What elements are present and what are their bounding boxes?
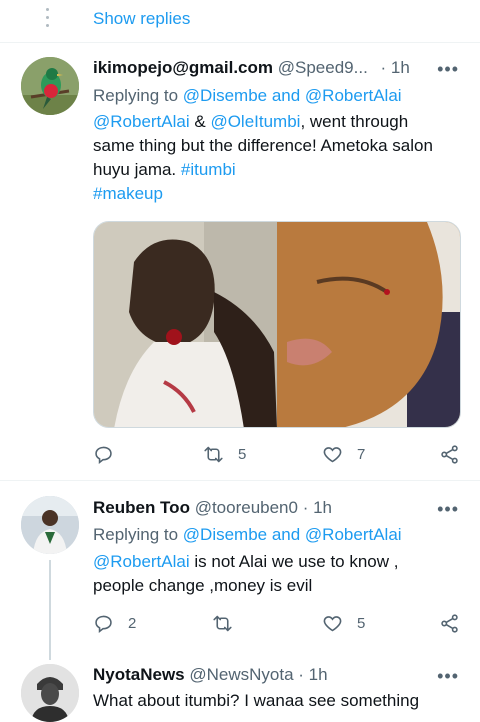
retweet-count: 5 (238, 446, 247, 463)
like-button[interactable]: 5 (322, 613, 365, 634)
display-name[interactable]: NyotaNews (93, 665, 185, 684)
retweet-icon (213, 615, 232, 632)
avatar[interactable] (21, 664, 79, 722)
mention-link[interactable]: @RobertAlai (93, 112, 190, 131)
hashtag-link[interactable]: #itumbi (181, 160, 236, 179)
hashtag-link[interactable]: #makeup (93, 184, 163, 203)
handle[interactable]: @Speed9... (278, 58, 368, 77)
share-button[interactable] (439, 613, 460, 634)
like-count: 7 (357, 446, 366, 463)
more-options-icon[interactable]: ••• (437, 60, 459, 78)
like-button[interactable]: 7 (322, 444, 365, 465)
tweet-header: ikimopejo@gmail.com @Speed9... · 1h (93, 57, 410, 79)
injured-man-photo-icon (94, 222, 277, 427)
mention-link[interactable]: @RobertAlai (93, 552, 190, 571)
tweet-header: Reuben Too @tooreuben0 · 1h (93, 497, 332, 519)
share-icon (441, 445, 458, 464)
timestamp[interactable]: · 1h (381, 58, 410, 77)
heart-icon (323, 616, 342, 632)
show-replies-link[interactable]: Show replies (93, 8, 190, 30)
display-name[interactable]: ikimopejo@gmail.com (93, 58, 273, 77)
bird-avatar-icon (21, 57, 79, 115)
share-button[interactable] (439, 444, 460, 465)
more-options-icon[interactable]: ••• (437, 667, 459, 685)
retweet-icon (204, 446, 223, 463)
replying-to: Replying to @Disembe and @RobertAlai (93, 525, 402, 544)
reply-icon (95, 446, 112, 464)
thread-dots (46, 8, 50, 27)
media-grid[interactable] (93, 221, 461, 428)
photo-1[interactable] (94, 222, 277, 427)
tweet-header: NyotaNews @NewsNyota · 1h (93, 664, 328, 686)
reply-count: 2 (128, 615, 137, 632)
handle[interactable]: @NewsNyota (189, 665, 293, 684)
tweet-text: What about itumbi? I wanaa see something (93, 691, 420, 710)
mention-link[interactable]: @OleItumbi (210, 112, 300, 131)
heart-icon (323, 447, 342, 463)
like-count: 5 (357, 615, 366, 632)
reply-button[interactable] (93, 444, 128, 465)
replying-to-link[interactable]: @Disembe and @RobertAlai (183, 86, 402, 105)
portrait-avatar-icon (21, 664, 79, 722)
divider (0, 42, 480, 43)
timestamp[interactable]: · 1h (298, 665, 327, 684)
retweet-button[interactable] (212, 613, 247, 634)
thread-connector (49, 560, 51, 660)
avatar[interactable] (21, 57, 79, 115)
reply-icon (95, 615, 112, 633)
replying-to: Replying to @Disembe and @RobertAlai (93, 86, 402, 105)
handle[interactable]: @tooreuben0 (195, 498, 298, 517)
share-icon (441, 614, 458, 633)
display-name[interactable]: Reuben Too (93, 498, 190, 517)
avatar[interactable] (21, 496, 79, 554)
tweet-text: @RobertAlai & @OleItumbi, went through s… (93, 112, 433, 203)
photo-2[interactable] (277, 222, 460, 427)
divider (0, 480, 480, 481)
person-avatar-icon (21, 496, 79, 554)
retweet-button[interactable]: 5 (203, 444, 246, 465)
more-options-icon[interactable]: ••• (437, 500, 459, 518)
tweet-text: @RobertAlai is not Alai we use to know ,… (93, 552, 399, 595)
reply-button[interactable]: 2 (93, 613, 136, 634)
replying-to-link[interactable]: @Disembe and @RobertAlai (183, 525, 402, 544)
bruised-face-photo-icon (277, 222, 460, 427)
timestamp[interactable]: · 1h (303, 498, 332, 517)
